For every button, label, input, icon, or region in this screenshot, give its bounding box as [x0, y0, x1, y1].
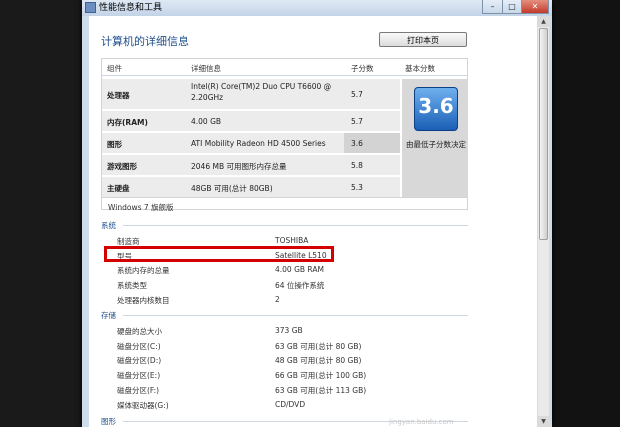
storage-value: CD/DVD — [275, 400, 306, 409]
subscore-gaming-graphics: 5.8 — [351, 161, 363, 170]
storage-label: 磁盘分区(E:) — [117, 371, 161, 380]
storage-label: 磁盘分区(C:) — [117, 342, 161, 351]
section-divider — [123, 225, 468, 226]
watermark: jingyan.baidu.com — [389, 418, 454, 426]
table-divider — [102, 197, 467, 198]
detail-processor-freq: 2.20GHz — [191, 93, 224, 102]
detail-gaming-graphics: 2046 MB 可用图形内存总量 — [191, 162, 287, 171]
system-label: 系统类型 — [117, 281, 147, 290]
storage-value: 63 GB 可用(总计 113 GB) — [275, 386, 367, 395]
maximize-button[interactable]: □ — [502, 0, 522, 14]
section-graphics-heading: 图形 — [101, 417, 116, 426]
title-bar[interactable]: 性能信息和工具 – □ ✕ — [82, 0, 552, 16]
model-highlight-box — [104, 246, 334, 262]
minimize-button[interactable]: – — [482, 0, 503, 14]
performance-window: 性能信息和工具 – □ ✕ 计算机的详细信息 打印本页 组件 详细信息 子分数 … — [82, 0, 552, 427]
system-value: TOSHIBA — [275, 236, 309, 245]
storage-label: 硬盘的总大小 — [117, 327, 162, 336]
base-score-panel: 3.6 由最低子分数决定 — [402, 79, 468, 197]
app-icon — [85, 2, 96, 13]
component-gaming-graphics: 游戏图形 — [107, 162, 137, 171]
scroll-down-arrow-icon[interactable]: ▼ — [538, 416, 549, 427]
system-value: 2 — [275, 295, 280, 304]
window-title: 性能信息和工具 — [99, 3, 163, 13]
component-memory: 内存(RAM) — [107, 118, 148, 127]
storage-label: 磁盘分区(D:) — [117, 356, 162, 365]
base-score-tile: 3.6 — [414, 87, 458, 131]
system-label: 系统内存的总量 — [117, 266, 170, 275]
score-table: 组件 详细信息 子分数 基本分数 处理器 Intel(R) Core(TM)2 … — [101, 58, 468, 212]
base-score-note: 由最低子分数决定 — [406, 140, 466, 149]
system-value: 4.00 GB RAM — [275, 265, 324, 274]
subscore-primary-disk: 5.3 — [351, 183, 363, 192]
header-divider — [102, 75, 467, 76]
header-detail: 详细信息 — [191, 64, 221, 73]
component-primary-disk: 主硬盘 — [107, 184, 130, 193]
content-area: 计算机的详细信息 打印本页 组件 详细信息 子分数 基本分数 处理器 Intel… — [89, 16, 537, 427]
system-value: 64 位操作系统 — [275, 281, 325, 290]
vertical-scrollbar[interactable]: ▲ ▼ — [538, 16, 549, 427]
section-system-heading: 系统 — [101, 221, 116, 230]
windows-edition: Windows 7 旗舰版 — [108, 203, 174, 212]
component-processor: 处理器 — [107, 91, 130, 100]
scroll-thumb[interactable] — [539, 28, 548, 240]
close-button[interactable]: ✕ — [521, 0, 549, 14]
storage-value: 373 GB — [275, 326, 303, 335]
system-label: 处理器内核数目 — [117, 296, 170, 305]
print-button[interactable]: 打印本页 — [379, 32, 467, 47]
section-storage-heading: 存储 — [101, 311, 116, 320]
detail-memory: 4.00 GB — [191, 117, 222, 126]
detail-graphics: ATI Mobility Radeon HD 4500 Series — [191, 139, 326, 148]
storage-label: 磁盘分区(F:) — [117, 386, 160, 395]
storage-value: 66 GB 可用(总计 100 GB) — [275, 371, 367, 380]
desktop-background — [552, 0, 620, 427]
subscore-graphics: 3.6 — [351, 139, 363, 148]
subscore-memory: 5.7 — [351, 117, 363, 126]
header-basescore: 基本分数 — [405, 64, 435, 73]
storage-value: 48 GB 可用(总计 80 GB) — [275, 356, 362, 365]
storage-value: 63 GB 可用(总计 80 GB) — [275, 342, 362, 351]
component-graphics: 图形 — [107, 140, 122, 149]
storage-label: 媒体驱动器(G:) — [117, 401, 169, 410]
header-component: 组件 — [107, 64, 122, 73]
page-title: 计算机的详细信息 — [101, 35, 189, 48]
detail-primary-disk: 48GB 可用(总计 80GB) — [191, 184, 273, 193]
header-subscore: 子分数 — [351, 64, 374, 73]
section-divider — [123, 315, 468, 316]
base-score-value: 3.6 — [418, 94, 454, 118]
scroll-up-arrow-icon[interactable]: ▲ — [538, 16, 549, 27]
subscore-processor: 5.7 — [351, 90, 363, 99]
detail-processor: Intel(R) Core(TM)2 Duo CPU T6600 @ — [191, 82, 332, 91]
